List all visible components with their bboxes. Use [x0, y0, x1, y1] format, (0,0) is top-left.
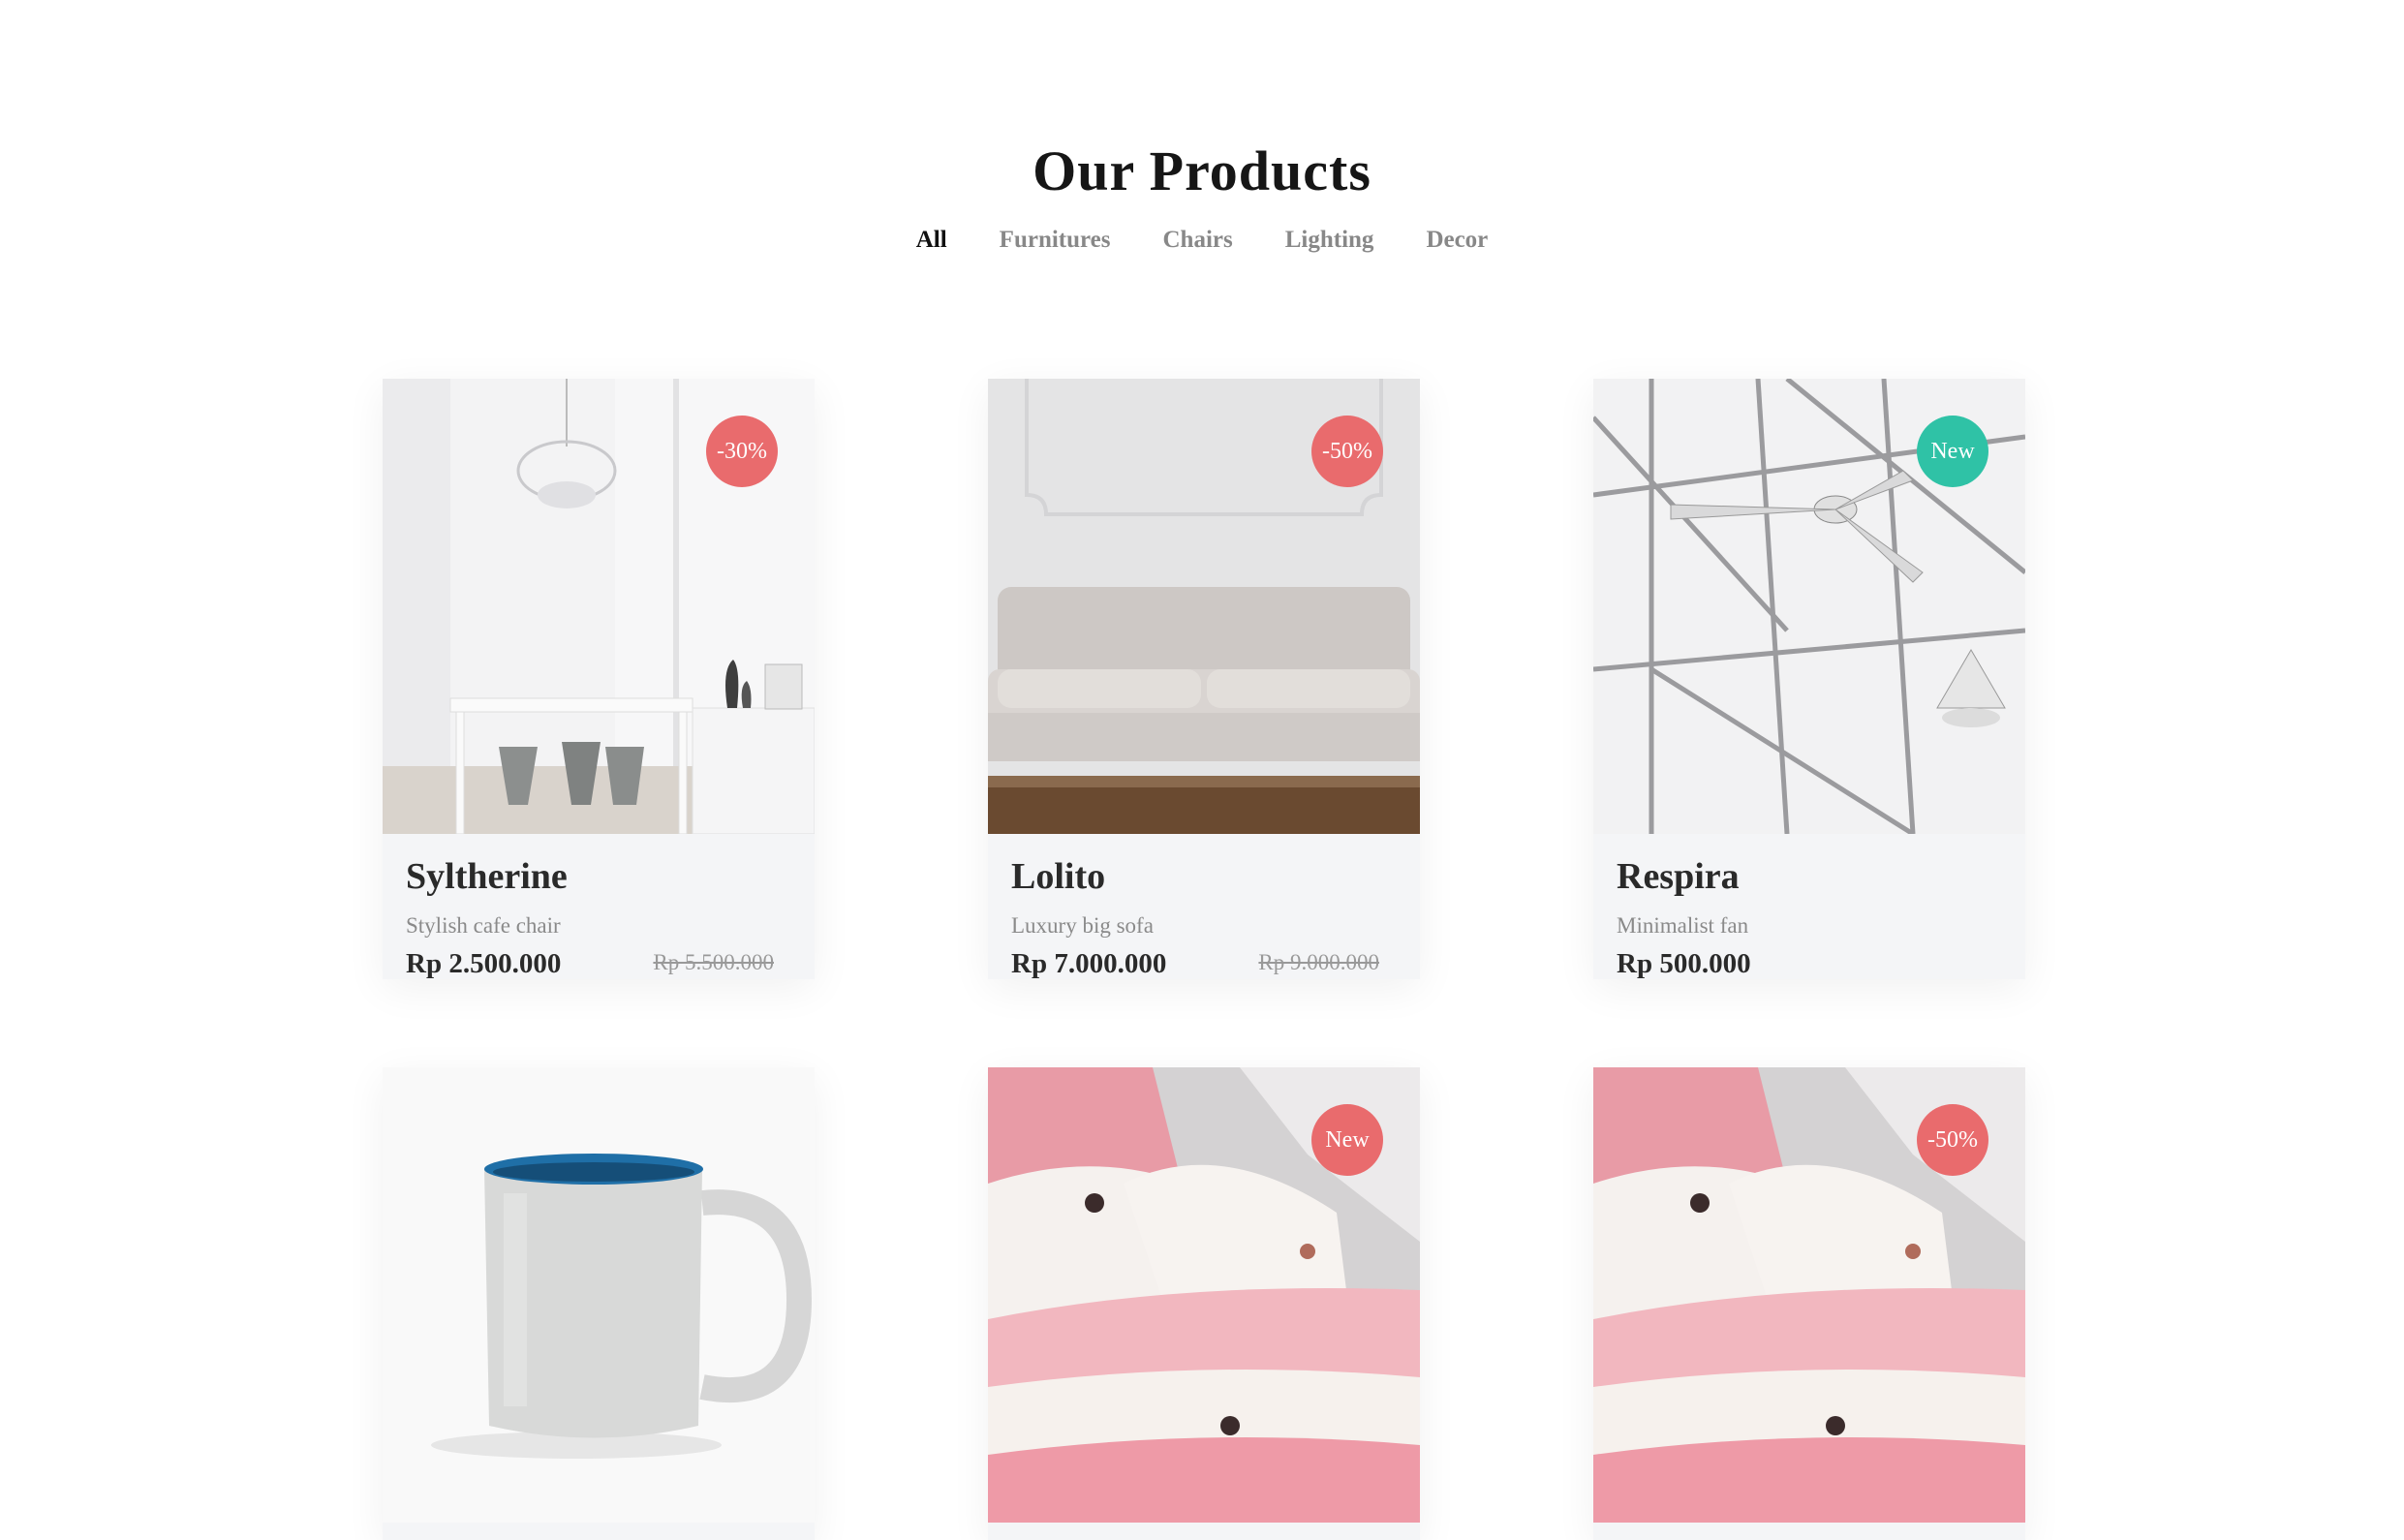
white-sofa-image: -50% [988, 379, 1420, 834]
dining-room-chandelier-image: -30% [383, 379, 815, 834]
mug-image [383, 1067, 815, 1523]
product-old-price: Rp 5.500.000 [653, 950, 774, 974]
filter-tab-all[interactable]: All [916, 227, 947, 254]
product-card[interactable]: New Respira Minimalist fan Rp 500.000 [1593, 379, 2025, 979]
product-price: Rp 2.500.000 [406, 948, 562, 979]
pink-bedding-image: -50% [1593, 1067, 2025, 1523]
product-card[interactable]: New [988, 1067, 1420, 1540]
filter-tab-lighting[interactable]: Lighting [1285, 227, 1374, 254]
new-badge: New [1917, 416, 1988, 487]
product-name[interactable]: Lolito [1011, 855, 1397, 898]
new-badge: New [1311, 1104, 1383, 1176]
product-card[interactable]: -50% Lolito Luxury big sofa Rp 7.000.000… [988, 379, 1420, 979]
product-description: Stylish cafe chair [406, 913, 561, 938]
pink-bedding-image: New [988, 1067, 1420, 1523]
product-card[interactable]: -30% Syltherine Stylish cafe chair Rp 2.… [383, 379, 815, 979]
product-price: Rp 500.000 [1617, 948, 1751, 979]
product-card[interactable] [383, 1067, 815, 1540]
filter-tab-chairs[interactable]: Chairs [1163, 227, 1233, 254]
filter-tab-decor[interactable]: Decor [1426, 227, 1488, 254]
discount-badge: -30% [706, 416, 778, 487]
product-description: Luxury big sofa [1011, 913, 1154, 938]
discount-badge: -50% [1917, 1104, 1988, 1176]
product-name[interactable]: Respira [1617, 855, 2002, 898]
product-old-price: Rp 9.000.000 [1258, 950, 1379, 974]
product-card[interactable]: -50% [1593, 1067, 2025, 1540]
product-description: Minimalist fan [1617, 913, 1749, 938]
discount-badge: -50% [1311, 416, 1383, 487]
product-price: Rp 7.000.000 [1011, 948, 1167, 979]
page-title: Our Products [1032, 139, 1372, 202]
filter-tab-furnitures[interactable]: Furnitures [1000, 227, 1111, 254]
category-filter-bar: All Furnitures Chairs Lighting Decor [0, 227, 2404, 254]
product-name[interactable]: Syltherine [406, 855, 791, 898]
ceiling-fan-image: New [1593, 379, 2025, 834]
